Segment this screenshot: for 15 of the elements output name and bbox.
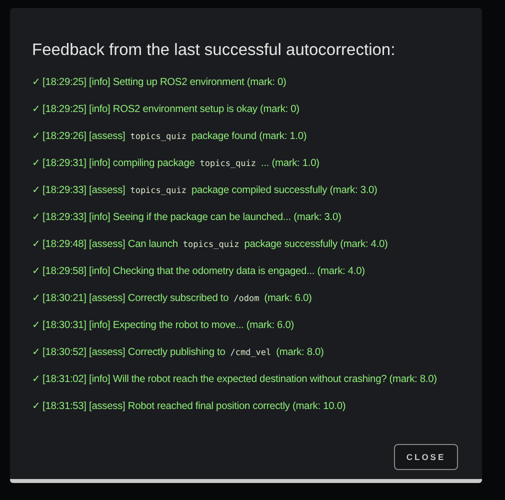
log-line: ✓ [18:29:58] [info] Checking that the odometry data is engaged... (mark: 4.0)	[32, 265, 366, 279]
log-line: ✓ [18:29:31] [info] compiling package topics_quiz ... (mark: 1.0)	[32, 157, 320, 171]
close-button[interactable]: CLOSE	[394, 444, 458, 470]
log-line: ✓ [18:29:25] [info] ROS2 environment setup is okay (mark: 0)	[32, 103, 300, 117]
log-line: ✓ [18:29:33] [info] Seeing if the package can be launched... (mark: 3.0)	[32, 211, 342, 225]
log-line: ✓ [18:29:25] [info] Setting up ROS2 environment (mark: 0)	[32, 76, 288, 90]
log-line: ✓ [18:30:31] [info] Expecting the robot to move... (mark: 6.0)	[32, 319, 296, 333]
log-line: ✓ [18:31:53] [assess] Robot reached final position correctly (mark: 10.0)	[32, 400, 347, 414]
log-line: ✓ [18:29:26] [assess] topics_quiz package found (mark: 1.0)	[32, 130, 308, 144]
log-line: ✓ [18:30:21] [assess] Correctly subscribed to /odom (mark: 6.0)	[32, 292, 313, 306]
log-line: ✓ [18:31:02] [info] Will the robot reach the expected destination without crashing? (mark: 8.0)	[32, 373, 438, 387]
log-line: ✓ [18:29:48] [assess] Can launch topics_quiz package successfully (mark: 4.0)	[32, 238, 389, 252]
log-line: ✓ [18:30:52] [assess] Correctly publishing to /cmd_vel (mark: 8.0)	[32, 346, 325, 360]
dialog-title: Feedback from the last successful autocorrection:	[32, 41, 396, 60]
log-line: ✓ [18:29:33] [assess] topics_quiz package compiled successfully (mark: 3.0)	[32, 184, 378, 198]
